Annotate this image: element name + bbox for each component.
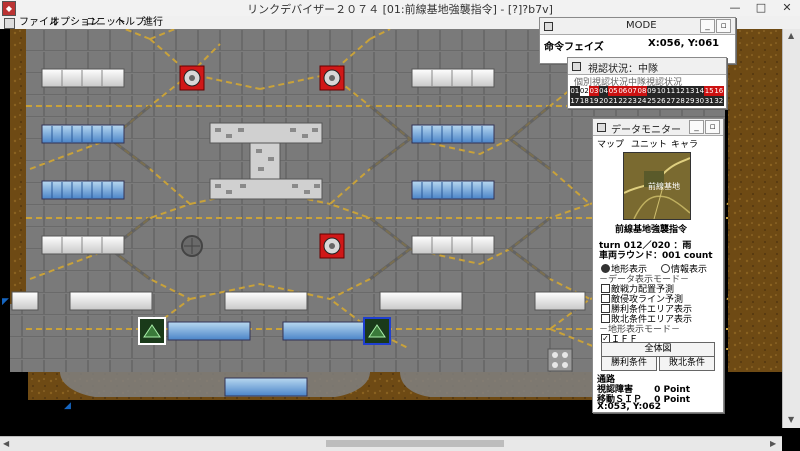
turn-cell-28[interactable]: 28 [675, 96, 686, 106]
horizontal-scrollbar[interactable]: ◀ ▶ [0, 436, 782, 451]
minimap-label: 前線基地 [648, 182, 680, 191]
mode-panel-titlebar[interactable]: MODE _ ▫ [540, 18, 735, 35]
turn-cell-08[interactable]: 08 [637, 86, 647, 96]
turn-cell-18[interactable]: 18 [579, 96, 590, 106]
menu-help[interactable]: ヘルプ [115, 16, 145, 29]
vertical-scrollbar[interactable]: ▲ ▼ [782, 29, 800, 428]
scroll-down-icon[interactable]: ▼ [788, 415, 794, 424]
turn-cell-01[interactable]: 01 [570, 86, 580, 96]
menu-progress[interactable]: 進行 [143, 16, 163, 29]
turn-cell-06[interactable]: 06 [618, 86, 628, 96]
turn-cell-04[interactable]: 04 [598, 86, 609, 96]
target-cursor-icon[interactable] [547, 348, 573, 372]
turn-grid: 01 02 03 04 05 06 07 08 09 10 11 12 13 14 15 16 17 18 19 20… [570, 86, 724, 106]
turn-cell-16[interactable]: 16 [714, 86, 724, 96]
minimap[interactable]: 前線基地 [623, 152, 691, 220]
turn-cell-20[interactable]: 20 [598, 96, 609, 106]
panel-menu-icon[interactable] [597, 123, 606, 132]
checkbox-enemy-line[interactable] [601, 294, 610, 303]
turn-cell-26[interactable]: 26 [656, 96, 666, 106]
turn-cell-03[interactable]: 03 [589, 86, 599, 96]
dirt-right [728, 29, 782, 372]
scroll-left-icon[interactable]: ◀ [3, 439, 9, 448]
horizontal-scroll-thumb[interactable] [326, 440, 504, 447]
data-monitor-title: データモニター [611, 125, 681, 136]
empty-turret-site [181, 235, 203, 257]
scroll-up-icon[interactable]: ▲ [788, 31, 794, 40]
round-info: 車両ラウンド：001 count [599, 251, 713, 261]
turn-cell-32[interactable]: 32 [714, 96, 724, 106]
turn-cell-27[interactable]: 27 [666, 96, 676, 106]
close-icon[interactable]: ✕ [774, 0, 800, 16]
turn-cell-12[interactable]: 12 [675, 86, 686, 96]
turn-cell-13[interactable]: 13 [685, 86, 695, 96]
turn-cell-24[interactable]: 24 [637, 96, 647, 106]
map-edge-marker-icon[interactable]: ◢ [64, 401, 71, 411]
terrain-coord: X:053, Y:062 [597, 402, 661, 412]
overview-button[interactable]: 全体図 [601, 342, 715, 357]
restore-icon[interactable]: ▫ [716, 19, 731, 33]
turn-cell-31[interactable]: 31 [704, 96, 714, 106]
data-monitor-panel: データモニター _ ▫ マップ ユニット キャラ 前線基地 前線基地強襲指令 t… [592, 118, 724, 413]
phase-label: 命令フェイズ [544, 42, 604, 53]
panel-menu-icon[interactable] [572, 62, 581, 71]
vision-panel-titlebar[interactable]: 視認状況：中隊 [568, 58, 726, 75]
turn-cell-17[interactable]: 17 [570, 96, 580, 106]
turn-cell-02[interactable]: 02 [579, 86, 590, 96]
vision-panel-title: 視認状況：中隊 [588, 64, 658, 75]
win-condition-button[interactable]: 勝利条件 [601, 356, 657, 371]
turn-cell-25[interactable]: 25 [646, 96, 657, 106]
vision-panel: 視認状況：中隊 個別視認状況 中隊視認状況 01 02 03 04 05 06 07 08 09… [567, 57, 727, 109]
turn-cell-10[interactable]: 10 [656, 86, 666, 96]
tab-unit[interactable]: ユニット [631, 137, 667, 150]
data-monitor-titlebar[interactable]: データモニター _ ▫ [593, 119, 723, 136]
turn-cell-23[interactable]: 23 [627, 96, 638, 106]
cursor-coord: X:056, Y:061 [648, 38, 720, 49]
turn-cell-21[interactable]: 21 [608, 96, 618, 106]
checkbox-enemy-forces[interactable] [601, 284, 610, 293]
turn-cell-30[interactable]: 30 [694, 96, 705, 106]
checkbox-win-area[interactable] [601, 304, 610, 313]
system-menu-icon[interactable] [4, 18, 15, 29]
turn-cell-14[interactable]: 14 [694, 86, 705, 96]
turn-cell-09[interactable]: 09 [646, 86, 657, 96]
turn-cell-07[interactable]: 07 [627, 86, 638, 96]
tab-character[interactable]: キャラ [671, 137, 698, 150]
map-edge-marker-icon[interactable]: ◤ [2, 297, 9, 307]
restore-icon[interactable]: ▫ [705, 120, 720, 134]
turn-cell-22[interactable]: 22 [618, 96, 628, 106]
turn-cell-19[interactable]: 19 [589, 96, 599, 106]
scroll-right-icon[interactable]: ▶ [770, 439, 776, 448]
lose-condition-button[interactable]: 敗北条件 [659, 356, 715, 371]
turn-cell-11[interactable]: 11 [666, 86, 676, 96]
mission-name: 前線基地強襲指令 [615, 225, 688, 235]
minimize-icon[interactable]: — [722, 0, 748, 16]
minimize-icon[interactable]: _ [689, 120, 704, 134]
tab-map[interactable]: マップ [597, 137, 624, 150]
mode-panel-title: MODE [626, 20, 657, 31]
title-bar: ◆ リンクデバイザー２０７４ [01:前線基地強襲指令] - [?]?b7v] … [0, 0, 800, 17]
turn-cell-05[interactable]: 05 [608, 86, 618, 96]
maximize-icon[interactable]: □ [748, 0, 774, 16]
dirt-left [10, 29, 26, 304]
window-title: リンクデバイザー２０７４ [01:前線基地強襲指令] - [?]?b7v] [247, 3, 553, 16]
turn-cell-29[interactable]: 29 [685, 96, 695, 106]
turn-cell-15[interactable]: 15 [704, 86, 714, 96]
minimize-icon[interactable]: _ [700, 19, 715, 33]
panel-menu-icon[interactable] [544, 22, 553, 31]
